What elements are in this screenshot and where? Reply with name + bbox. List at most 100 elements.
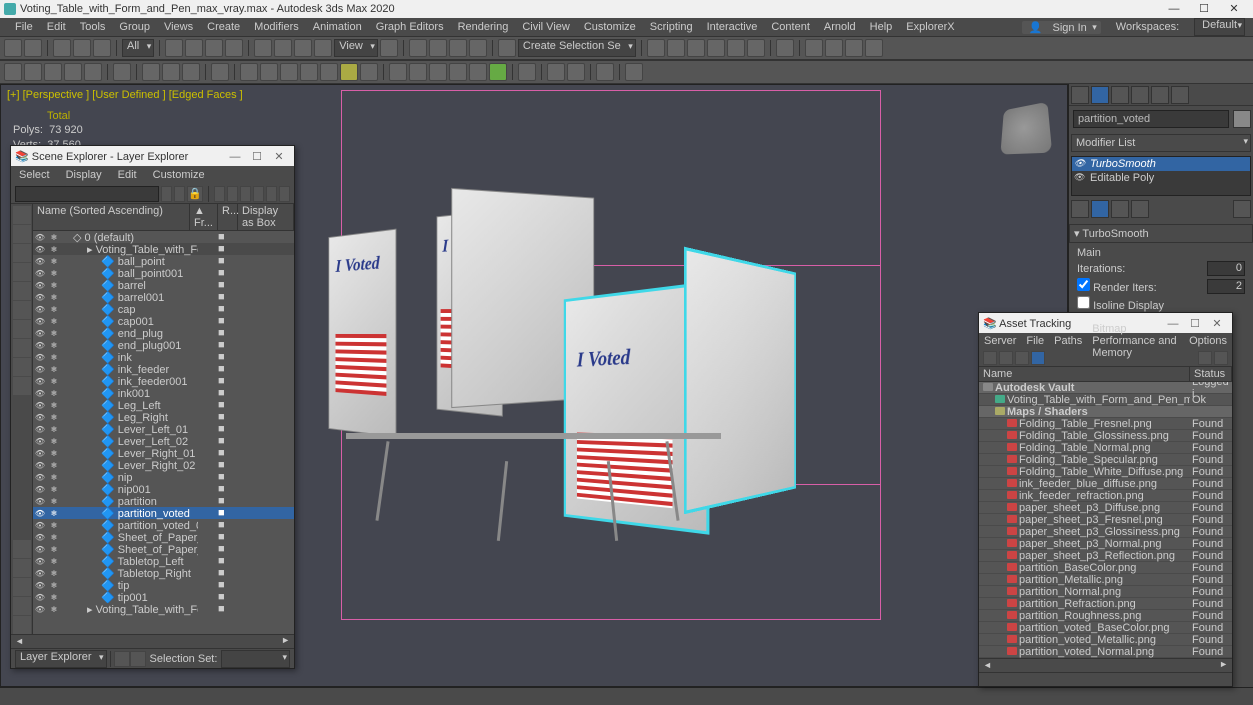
asset-item[interactable]: paper_sheet_p3_Normal.pngFound [979,538,1232,550]
tb2-btn[interactable] [389,63,407,81]
render-setup-button[interactable] [805,39,823,57]
minimize-button[interactable]: — [1159,0,1189,18]
menu-rendering[interactable]: Rendering [451,21,516,33]
asset-item[interactable]: Folding_Table_Specular.pngFound [979,454,1232,466]
modifier-list-dropdown[interactable]: Modifier List [1071,134,1251,152]
scene-item[interactable]: 👁❄🔷 Leg_Right■ [33,411,294,423]
asset-item[interactable]: paper_sheet_p3_Glossiness.pngFound [979,526,1232,538]
signin-dropdown[interactable]: 👤 Sign In [1022,21,1101,34]
scene-item[interactable]: 👁❄🔷 ball_point■ [33,255,294,267]
scene-item[interactable]: 👁❄🔷 Tabletop_Right■ [33,567,294,579]
show-end-result-button[interactable] [1091,200,1109,218]
undo-button[interactable] [4,39,22,57]
tb2-btn[interactable] [142,63,160,81]
asset-item[interactable]: Folding_Table_White_Diffuse.pngFound [979,466,1232,478]
turbosmooth-rollout[interactable]: ▾ TurboSmooth [1069,224,1253,243]
se-tool[interactable] [253,186,264,202]
configure-sets-button[interactable] [1233,200,1251,218]
se-side-btn[interactable] [13,578,31,596]
schematic-button[interactable] [747,39,765,57]
asset-item[interactable]: partition_BaseColor.pngFound [979,562,1232,574]
at-menu-server[interactable]: Server [979,335,1021,347]
menu-modifiers[interactable]: Modifiers [247,21,306,33]
tb2-btn[interactable] [300,63,318,81]
se-side-btn[interactable] [13,282,31,300]
color-swatch[interactable] [1233,110,1251,128]
asset-item[interactable]: Folding_Table_Fresnel.pngFound [979,418,1232,430]
scene-item[interactable]: 👁❄🔷 partition■ [33,495,294,507]
at-tool[interactable] [999,351,1013,365]
scene-item[interactable]: 👁❄◇ 0 (default)■ [33,231,294,243]
tb2-btn[interactable] [429,63,447,81]
at-tool[interactable] [983,351,997,365]
tb2-btn[interactable] [84,63,102,81]
scene-item[interactable]: 👁❄🔷 Sheet_of_Paper_Folded_in_Four■ [33,531,294,543]
tb2-btn[interactable] [24,63,42,81]
se-search-input[interactable] [15,186,159,202]
tb2-btn[interactable] [449,63,467,81]
asset-item[interactable]: ink_feeder_blue_diffuse.pngFound [979,478,1232,490]
menu-interactive[interactable]: Interactive [700,21,765,33]
object-name-field[interactable] [1073,110,1229,128]
utilities-tab[interactable] [1171,86,1189,104]
selection-set-dropdown[interactable] [221,650,290,668]
select-name-button[interactable] [185,39,203,57]
percent-snap-button[interactable] [449,39,467,57]
scene-item[interactable]: 👁❄🔷 Sheet_of_Paper_Folded_in_Four001■ [33,543,294,555]
maximize-button[interactable]: ☐ [1189,0,1219,18]
menu-help[interactable]: Help [863,21,900,33]
render-frame-button[interactable] [825,39,843,57]
asset-item[interactable]: partition_voted_Metallic.pngFound [979,634,1232,646]
scene-explorer-list[interactable]: Name (Sorted Ascending) ▲ Fr... R... Dis… [33,204,294,634]
scene-item[interactable]: 👁❄🔷 tip■ [33,579,294,591]
layer-explorer-dropdown[interactable]: Layer Explorer [15,650,107,668]
scene-item[interactable]: 👁❄🔷 Lever_Left_02■ [33,435,294,447]
render-button[interactable] [845,39,863,57]
snap-button[interactable] [409,39,427,57]
menu-file[interactable]: File [8,21,40,33]
render-iters-checkbox[interactable] [1077,278,1090,291]
menu-explorerx[interactable]: ExplorerX [899,21,961,33]
menu-edit[interactable]: Edit [40,21,73,33]
se-side-btn[interactable] [13,559,31,577]
se-side-btn[interactable] [13,540,31,558]
help-icon[interactable] [625,63,643,81]
close-button[interactable]: ✕ [1219,0,1249,18]
asset-item[interactable]: Folding_Table_Normal.pngFound [979,442,1232,454]
asset-item[interactable]: paper_sheet_p3_Diffuse.pngFound [979,502,1232,514]
light-icon[interactable] [340,63,358,81]
se-side-btn[interactable] [13,301,31,319]
scene-item[interactable]: 👁❄🔷 partition_voted_001■ [33,519,294,531]
viewcube[interactable] [1000,102,1052,155]
se-side-btn[interactable] [13,339,31,357]
tb2-btn[interactable] [64,63,82,81]
se-tool[interactable]: 🔒 [187,186,203,202]
menu-create[interactable]: Create [200,21,247,33]
motion-tab[interactable] [1131,86,1149,104]
se-bot-btn[interactable] [130,651,146,667]
scene-item[interactable]: 👁❄🔷 tip001■ [33,591,294,603]
scene-item[interactable]: 👁❄🔷 Leg_Left■ [33,399,294,411]
render-prod-button[interactable] [865,39,883,57]
scene-item[interactable]: 👁❄🔷 ink■ [33,351,294,363]
se-side-btn[interactable] [13,320,31,338]
at-menu-bitmap[interactable]: Bitmap Performance and Memory [1087,323,1184,359]
tb2-btn[interactable] [4,63,22,81]
asset-item[interactable]: paper_sheet_p3_Reflection.pngFound [979,550,1232,562]
scene-item[interactable]: 👁❄🔷 Tabletop_Left■ [33,555,294,567]
redo-button[interactable] [24,39,42,57]
asset-item[interactable]: Folding_Table_Glossiness.pngFound [979,430,1232,442]
menu-group[interactable]: Group [112,21,157,33]
asset-item[interactable]: Maps / Shaders [979,406,1232,418]
link-button[interactable] [53,39,71,57]
workspace-dropdown[interactable]: Default [1194,18,1245,36]
scene-item[interactable]: 👁❄🔷 ink001■ [33,387,294,399]
dope-sheet-button[interactable] [727,39,745,57]
bind-button[interactable] [93,39,111,57]
at-tool[interactable] [1031,351,1045,365]
tb2-btn[interactable] [596,63,614,81]
se-side-btn[interactable] [13,244,31,262]
select-button[interactable] [165,39,183,57]
scene-item[interactable]: 👁❄▸ Voting_Table_with_Form_and_Pen■ [33,243,294,255]
scene-item[interactable]: 👁❄🔷 ink_feeder■ [33,363,294,375]
